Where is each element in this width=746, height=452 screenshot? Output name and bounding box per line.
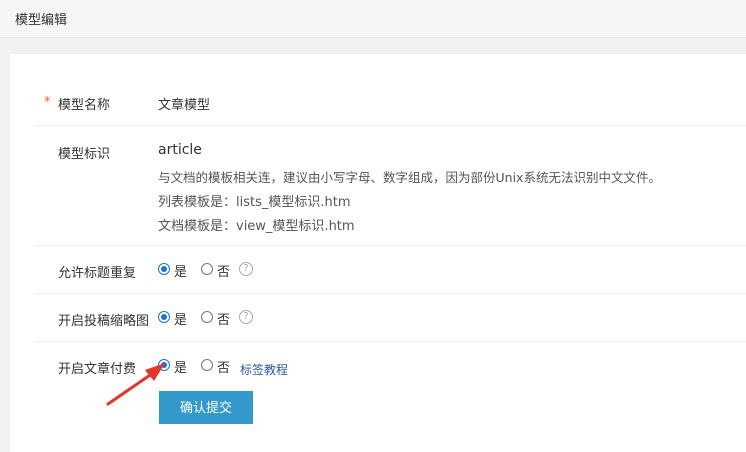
article-paid-label: 开启文章付费 — [58, 362, 137, 377]
row-model-id: 模型标识 article 与文档的模板相关连，建议由小写字母、数字组成，因为部份… — [34, 126, 746, 246]
row-article-paid: 开启文章付费 是 否 标签教程 — [34, 342, 746, 392]
list-template-hint: 列表模板是：lists_模型标识.htm — [158, 195, 351, 210]
tag-tutorial-link[interactable]: 标签教程 — [240, 361, 288, 378]
model-id-label: 模型标识 — [58, 147, 111, 162]
model-id-hint: 与文档的模板相关连，建议由小写字母、数字组成，因为部份Unix系统无法识别中文文… — [158, 170, 661, 185]
allow-dup-title-no-label[interactable]: 否 — [217, 261, 230, 280]
model-name-value: 文章模型 — [158, 98, 211, 113]
row-model-name: * 模型名称 文章模型 — [34, 78, 746, 126]
article-paid-no-radio[interactable] — [201, 359, 213, 371]
help-icon[interactable]: ? — [239, 310, 253, 324]
allow-dup-title-label: 允许标题重复 — [58, 266, 137, 281]
allow-dup-title-yes-label[interactable]: 是 — [174, 261, 187, 280]
row-submission-thumb: 开启投稿缩略图 是 否 ? — [34, 294, 746, 342]
doc-template-hint: 文档模板是：view_模型标识.htm — [158, 219, 355, 234]
submission-thumb-yes-label[interactable]: 是 — [174, 309, 187, 328]
article-paid-no-label[interactable]: 否 — [217, 357, 230, 376]
submission-thumb-no-radio[interactable] — [201, 311, 213, 323]
allow-dup-title-yes-radio[interactable] — [158, 263, 170, 275]
allow-dup-title-no-radio[interactable] — [201, 263, 213, 275]
article-paid-yes-label[interactable]: 是 — [174, 357, 187, 376]
submit-button[interactable]: 确认提交 — [159, 391, 253, 424]
page-header: 模型编辑 — [0, 0, 746, 38]
model-id-value: article — [158, 142, 202, 158]
edit-form-panel: * 模型名称 文章模型 模型标识 article 与文档的模板相关连，建议由小写… — [10, 54, 746, 452]
submission-thumb-no-label[interactable]: 否 — [217, 309, 230, 328]
submission-thumb-yes-radio[interactable] — [158, 311, 170, 323]
help-icon[interactable]: ? — [239, 262, 253, 276]
page-title: 模型编辑 — [15, 13, 68, 28]
submission-thumb-label: 开启投稿缩略图 — [58, 314, 150, 329]
model-name-label: 模型名称 — [58, 98, 111, 113]
article-paid-yes-radio[interactable] — [158, 359, 170, 371]
row-allow-dup-title: 允许标题重复 是 否 ? — [34, 246, 746, 294]
required-mark: * — [44, 95, 51, 110]
